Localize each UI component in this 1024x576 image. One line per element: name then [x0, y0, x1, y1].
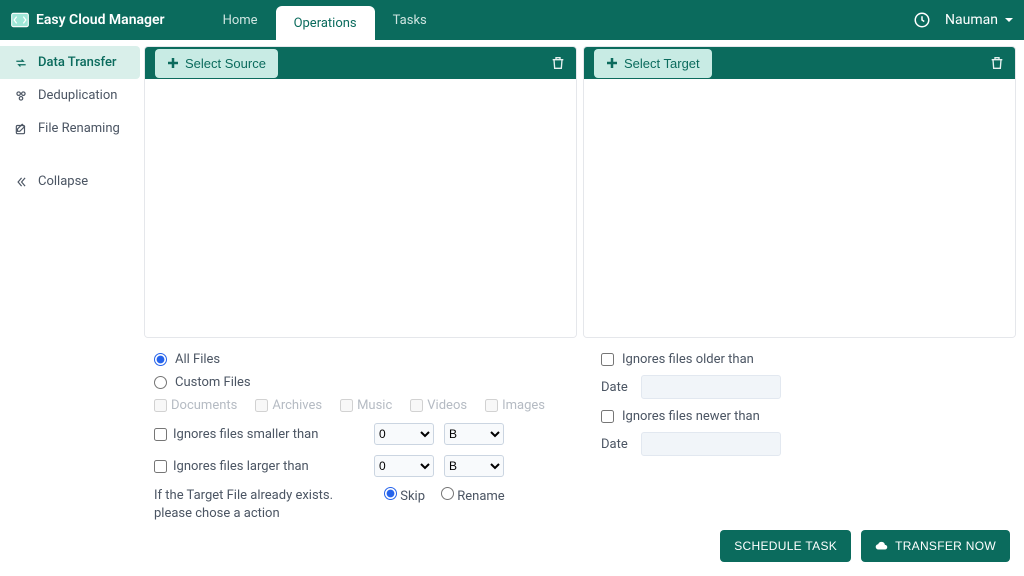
select-target-label: Select Target: [624, 56, 700, 71]
check-documents: [154, 399, 167, 412]
larger-unit[interactable]: B: [444, 455, 504, 477]
collapse-icon: [14, 175, 28, 189]
date-label: Date: [601, 437, 631, 452]
sidebar-item-label: Data Transfer: [38, 55, 117, 70]
newer-date-input[interactable]: [641, 432, 781, 456]
select-target-button[interactable]: Select Target: [594, 49, 712, 78]
all-files-label: All Files: [175, 352, 220, 367]
newer-label: Ignores files newer than: [622, 409, 760, 424]
check-larger[interactable]: [154, 460, 167, 473]
smaller-label: Ignores files smaller than: [173, 427, 318, 442]
radio-rename[interactable]: [441, 487, 454, 500]
nav-tabs: Home Operations Tasks: [205, 0, 445, 40]
check-archives: [255, 399, 268, 412]
rename-icon: [14, 122, 28, 136]
sidebar-item-deduplication[interactable]: Deduplication: [0, 79, 140, 112]
select-source-button[interactable]: Select Source: [155, 49, 278, 78]
options-area: All Files Custom Files Documents Archive…: [144, 338, 1016, 523]
older-date-input[interactable]: [641, 375, 781, 399]
tab-tasks[interactable]: Tasks: [375, 0, 445, 40]
larger-label: Ignores files larger than: [173, 459, 309, 474]
trash-icon[interactable]: [989, 55, 1005, 71]
radio-custom-files[interactable]: [154, 376, 167, 389]
date-label: Date: [601, 380, 631, 395]
check-smaller[interactable]: [154, 428, 167, 441]
trash-icon[interactable]: [550, 55, 566, 71]
target-body: [584, 79, 1015, 337]
sidebar-item-collapse[interactable]: Collapse: [0, 165, 140, 198]
source-body: [145, 79, 576, 337]
tab-home[interactable]: Home: [205, 0, 276, 40]
custom-files-label: Custom Files: [175, 375, 251, 390]
plus-icon: [167, 57, 179, 69]
radio-skip[interactable]: [384, 487, 397, 500]
sidebar-item-data-transfer[interactable]: Data Transfer: [0, 46, 140, 79]
schedule-task-button[interactable]: SCHEDULE TASK: [720, 530, 851, 562]
sidebar-item-label: File Renaming: [38, 121, 120, 136]
sidebar-item-label: Collapse: [38, 174, 88, 189]
user-name: Nauman: [945, 12, 998, 28]
dedup-icon: [14, 89, 28, 103]
sidebar-item-file-renaming[interactable]: File Renaming: [0, 112, 140, 145]
target-panel: Select Target: [583, 46, 1016, 338]
sidebar: Data Transfer Deduplication File Renamin…: [0, 40, 140, 576]
radio-all-files[interactable]: [154, 353, 167, 366]
app-logo-icon: [10, 10, 30, 30]
check-newer[interactable]: [601, 410, 614, 423]
app-name: Easy Cloud Manager: [36, 12, 165, 28]
check-images: [485, 399, 498, 412]
user-menu[interactable]: Nauman: [945, 12, 1014, 28]
tab-operations[interactable]: Operations: [276, 6, 375, 40]
transfer-icon: [14, 56, 28, 70]
check-music: [340, 399, 353, 412]
source-panel: Select Source: [144, 46, 577, 338]
larger-value[interactable]: 0: [374, 455, 434, 477]
transfer-now-button[interactable]: TRANSFER NOW: [861, 530, 1010, 562]
plus-icon: [606, 57, 618, 69]
topbar: Easy Cloud Manager Home Operations Tasks…: [0, 0, 1024, 40]
chevron-down-icon: [1004, 15, 1014, 25]
cloud-icon: [875, 539, 889, 553]
check-older[interactable]: [601, 353, 614, 366]
logo: Easy Cloud Manager: [10, 10, 165, 30]
check-videos: [410, 399, 423, 412]
clock-icon[interactable]: [913, 11, 931, 29]
older-label: Ignores files older than: [622, 352, 754, 367]
select-source-label: Select Source: [185, 56, 266, 71]
action-note: If the Target File already exists. pleas…: [154, 487, 364, 523]
smaller-value[interactable]: 0: [374, 423, 434, 445]
sidebar-item-label: Deduplication: [38, 88, 117, 103]
smaller-unit[interactable]: B: [444, 423, 504, 445]
